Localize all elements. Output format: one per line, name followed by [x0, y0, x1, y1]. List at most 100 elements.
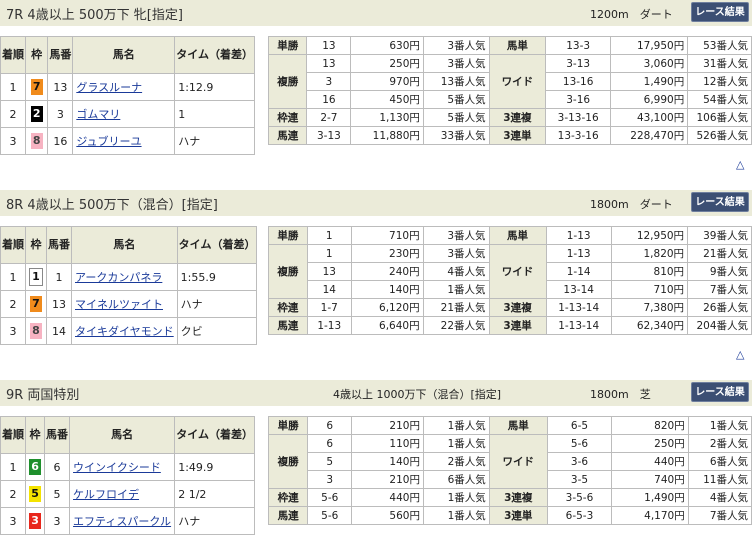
horse-name-link[interactable]: ウインイクシード — [73, 461, 161, 474]
payout-table: 単勝 6 210円 1番人気 馬単 6-5 820円 1番人気 複勝 6 110円 1番人気 ワイド 5-… — [267, 416, 752, 525]
finish-position: 3 — [0, 507, 26, 535]
payout-combination: 13 — [306, 262, 352, 281]
race-result-button[interactable]: レース結果 — [691, 382, 749, 402]
payout-popularity: 1番人気 — [422, 434, 490, 453]
finish-time: 1:55.9 — [176, 263, 258, 291]
horse-name-cell: ゴムマリ — [72, 100, 176, 128]
header-pos: 着順 — [0, 36, 26, 74]
payout-amount: 810円 — [610, 262, 689, 281]
horse-name-link[interactable]: グラスルーナ — [76, 81, 142, 94]
payout-popularity: 7番人気 — [687, 280, 752, 299]
payout-table: 単勝 13 630円 3番人気 馬単 13-3 17,950円 53番人気 複勝 13 250円 3番… — [267, 36, 752, 145]
payout-amount: 970円 — [350, 72, 424, 91]
payout-combination: 6-5 — [546, 416, 613, 435]
horse-name-link[interactable]: マイネルツァイト — [75, 298, 163, 311]
payout-popularity: 2番人気 — [687, 434, 752, 453]
payout-label-sanrentan: 3連単 — [488, 506, 548, 525]
finish-position: 3 — [0, 127, 26, 155]
payout-amount: 240円 — [350, 262, 424, 281]
header-name: 馬名 — [71, 226, 178, 264]
horse-name-link[interactable]: タイキダイヤモンド — [75, 325, 174, 338]
payout-combination: 1-14 — [545, 262, 612, 281]
waku-cell: 8 — [25, 317, 47, 345]
payout-amount: 140円 — [350, 280, 424, 299]
payout-amount: 7,380円 — [610, 298, 689, 317]
payout-combination: 6 — [307, 416, 353, 435]
result-header-row: 着順枠馬番 馬名 タイム（着差） — [0, 36, 255, 74]
payout-amount: 62,340円 — [610, 316, 689, 335]
race-result-button[interactable]: レース結果 — [691, 2, 749, 22]
horse-name-link[interactable]: ゴムマリ — [76, 108, 120, 121]
finish-position: 2 — [0, 480, 26, 508]
payout-popularity: 4番人気 — [422, 262, 490, 281]
table-row: 3 8 14 タイキダイヤモンド クビ — [0, 317, 258, 345]
horse-name-link[interactable]: アークカンパネラ — [75, 271, 162, 284]
horse-name-link[interactable]: ケルフロイデ — [73, 488, 139, 501]
finish-time: ハナ — [174, 127, 255, 155]
scroll-top-icon[interactable]: △ — [736, 158, 744, 171]
table-row: 1 1 1 アークカンパネラ 1:55.9 — [0, 263, 258, 291]
horse-name-link[interactable]: エフティスパークル — [73, 515, 171, 528]
payout-label-wide: ワイド — [488, 244, 547, 299]
header-waku: 枠 — [24, 416, 46, 454]
payout-amount: 450円 — [350, 90, 424, 109]
header-pos: 着順 — [0, 226, 26, 264]
payout-label-tansho: 単勝 — [267, 416, 309, 435]
finish-position: 1 — [0, 73, 26, 101]
race-result-button[interactable]: レース結果 — [691, 192, 749, 212]
payout-label-wide: ワイド — [488, 54, 547, 109]
payout-row: 複勝 13 250円 3番人気 ワイド 3-13 3,060円 31番人気 — [267, 54, 752, 109]
payout-amount: 560円 — [351, 506, 424, 525]
payout-label-fukusho: 複勝 — [268, 244, 308, 299]
header-pos: 着順 — [0, 416, 26, 454]
payout-amount: 6,640円 — [350, 316, 424, 335]
payout-combination: 3 — [306, 72, 352, 91]
payout-label-tansho: 単勝 — [268, 226, 308, 245]
result-table: 着順枠馬番 馬名 タイム（着差） 1 1 1 アークカンパネラ 1:55.9 2 7 13 マイネルツ… — [0, 226, 258, 345]
payout-popularity: 5番人気 — [422, 108, 490, 127]
payout-combination: 3-5-6 — [546, 488, 613, 507]
payout-amount: 1,490円 — [610, 72, 689, 91]
waku-cell: 1 — [25, 263, 47, 291]
payout-popularity: 53番人気 — [687, 36, 752, 55]
horse-name-cell: ケルフロイデ — [69, 480, 176, 508]
header-waku: 枠 — [25, 226, 47, 264]
waku-badge: 5 — [29, 486, 42, 502]
payout-combination: 13-16 — [545, 72, 612, 91]
finish-position: 1 — [0, 453, 26, 481]
payout-row: 馬連 5-6 560円 1番人気 3連単 6-5-3 4,170円 7番人気 — [267, 506, 752, 525]
horse-name-link[interactable]: ジュブリーユ — [76, 135, 141, 148]
waku-cell: 6 — [24, 453, 46, 481]
payout-combination: 6-5-3 — [546, 506, 613, 525]
payout-popularity: 204番人気 — [687, 316, 752, 335]
payout-label-sanrentan: 3連単 — [488, 126, 547, 145]
payout-amount: 210円 — [351, 470, 424, 489]
finish-time: ハナ — [174, 507, 255, 535]
payout-label-fukusho: 複勝 — [267, 434, 309, 489]
payout-combination: 1 — [306, 244, 352, 263]
waku-cell: 2 — [24, 100, 49, 128]
scroll-top-icon[interactable]: △ — [736, 348, 744, 361]
payout-popularity: 1番人気 — [422, 416, 490, 435]
payout-popularity: 31番人気 — [687, 54, 752, 73]
payout-popularity: 3番人気 — [422, 244, 490, 263]
payout-popularity: 3番人気 — [422, 226, 490, 245]
payout-combination: 3-13 — [545, 54, 612, 73]
payout-combination: 5-6 — [546, 434, 613, 453]
payout-amount: 710円 — [610, 280, 689, 299]
payout-amount: 440円 — [611, 452, 689, 471]
payout-combination: 13-3-16 — [545, 126, 612, 145]
payout-row: 単勝 6 210円 1番人気 馬単 6-5 820円 1番人気 — [267, 416, 752, 435]
payout-amount: 740円 — [611, 470, 689, 489]
payout-popularity: 7番人気 — [687, 506, 752, 525]
payout-combination: 5 — [307, 452, 353, 471]
finish-position: 1 — [0, 263, 26, 291]
payout-popularity: 13番人気 — [422, 72, 490, 91]
horse-name-cell: マイネルツァイト — [71, 290, 178, 318]
payout-label-tansho: 単勝 — [267, 36, 308, 55]
payout-popularity: 26番人気 — [687, 298, 752, 317]
payout-amount: 250円 — [611, 434, 689, 453]
header-time: タイム（着差） — [174, 416, 255, 454]
payout-combination: 3-13-16 — [545, 108, 612, 127]
header-num: 馬番 — [47, 36, 74, 74]
